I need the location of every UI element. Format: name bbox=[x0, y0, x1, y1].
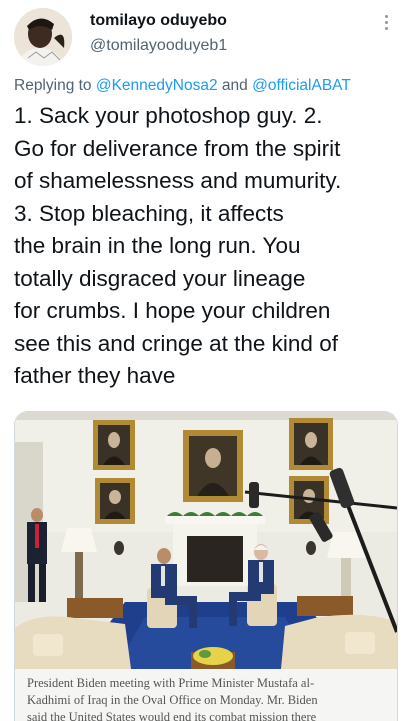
tweet-text-line: Go for deliverance from the spirit bbox=[14, 135, 341, 161]
tweet-text-line: totally disgraced your lineage bbox=[14, 265, 306, 291]
portrait-left-bottom bbox=[95, 478, 135, 524]
avatar-photo bbox=[14, 8, 72, 66]
tweet-text-line: see this and cringe at the kind of bbox=[14, 330, 338, 356]
tweet-media-card[interactable]: President Biden meeting with Prime Minis… bbox=[14, 411, 398, 721]
tweet-text-line: of shamelessness and mumurity. bbox=[14, 168, 342, 193]
tweet-text-line: the brain in the long run. You bbox=[14, 233, 301, 258]
replying-to-line: Replying to @KennedyNosa2 and @officialA… bbox=[14, 77, 404, 95]
display-name[interactable]: tomilayo oduyebo bbox=[90, 12, 227, 30]
mention-link-1[interactable]: @KennedyNosa2 bbox=[96, 77, 218, 94]
oval-office-photo[interactable] bbox=[15, 412, 397, 669]
caption-line: said the United States would end its com… bbox=[27, 710, 317, 721]
replying-joiner: and bbox=[221, 77, 248, 94]
tweet-header: tomilayo oduyebo @tomilayooduyeb1 bbox=[0, 0, 410, 70]
mention-link-2[interactable]: @officialABAT bbox=[252, 77, 351, 94]
user-handle[interactable]: @tomilayooduyeb1 bbox=[90, 37, 227, 55]
tweet-text-line: father they have bbox=[14, 363, 176, 388]
user-avatar[interactable] bbox=[14, 8, 72, 66]
vertical-ellipsis-icon[interactable] bbox=[378, 12, 394, 32]
portrait-center bbox=[183, 430, 243, 502]
replying-to-label: Replying to bbox=[14, 77, 92, 94]
caption-line: Kadhimi of Iraq in the Oval Office on Mo… bbox=[27, 693, 318, 707]
tweet-text: 1. Sack your photoshop guy. 2. Go for de… bbox=[14, 100, 396, 393]
caption-line: President Biden meeting with Prime Minis… bbox=[27, 676, 315, 690]
portrait-right-top bbox=[289, 418, 333, 470]
tweet-text-line: 3. Stop bleaching, it affects bbox=[14, 200, 284, 226]
tweet-text-line: 1. Sack your photoshop guy. 2. bbox=[14, 103, 323, 128]
portrait-left-top bbox=[93, 420, 135, 470]
photo-caption: President Biden meeting with Prime Minis… bbox=[15, 669, 397, 721]
tweet-text-line: for crumbs. I hope your children bbox=[14, 298, 331, 323]
